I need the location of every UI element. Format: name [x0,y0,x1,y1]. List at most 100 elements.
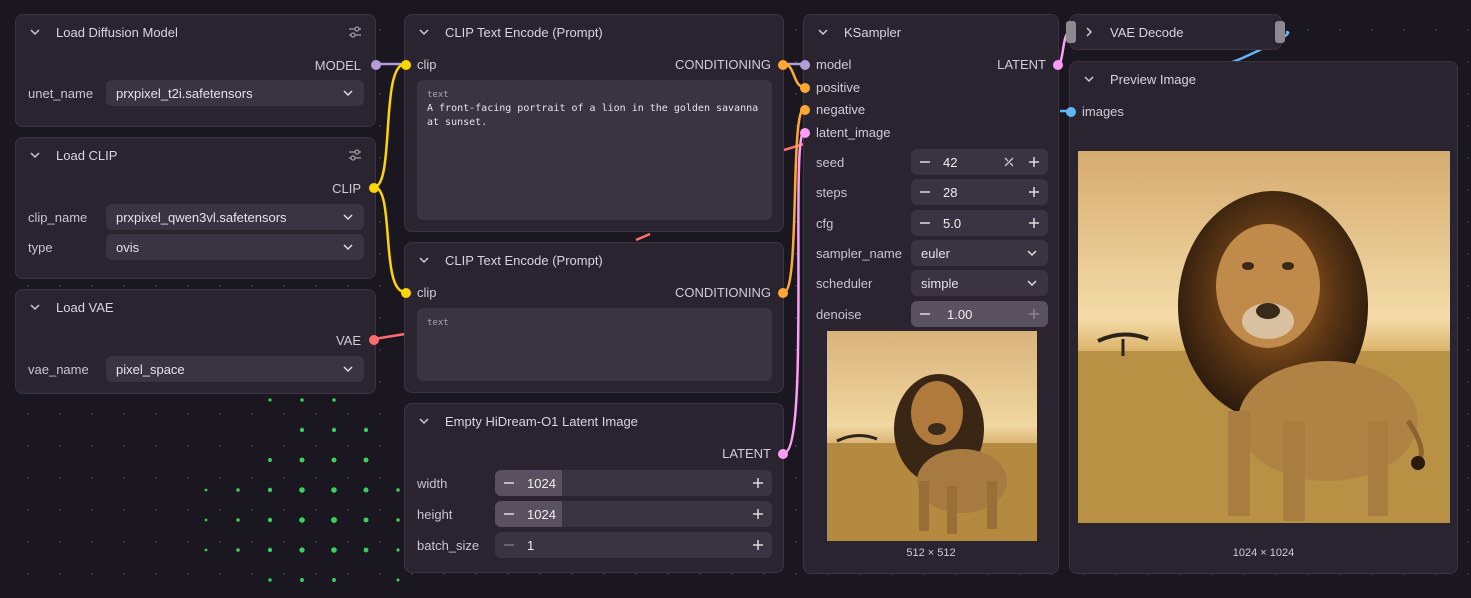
ksampler-node[interactable]: KSampler model LATENT positive negative … [800,14,1063,574]
vae-name-label: vae_name [28,362,89,377]
clip-name-label: clip_name [28,210,88,225]
steps-label: steps [816,185,848,200]
cfg-label: cfg [816,216,834,231]
input-handle[interactable] [1066,21,1076,43]
height-label: height [417,507,453,522]
conditioning-output-dot[interactable] [778,60,788,70]
unet-name-select[interactable]: prxpixel_t2i.safetensors [106,80,364,106]
model-input-label: model [816,57,852,72]
clip-input-dot[interactable] [401,288,411,298]
minus-icon[interactable] [495,508,523,520]
denoise-slider[interactable]: 1.00 [911,301,1048,327]
sampler-name-select[interactable]: euler [911,240,1048,266]
minus-icon[interactable] [911,308,939,320]
chevron-down-icon[interactable] [28,25,42,39]
model-output-dot[interactable] [371,60,381,70]
empty-latent-image-node[interactable]: Empty HiDream-O1 Latent Image LATENT wid… [404,403,788,573]
seed-label: seed [816,155,845,170]
wire-clip-neg [373,185,406,294]
latent-output-dot[interactable] [1053,60,1063,70]
minus-icon[interactable] [495,539,523,551]
seed-stepper[interactable]: 42 [911,149,1048,175]
settings-sliders-icon[interactable] [347,147,363,163]
batch-size-stepper[interactable]: 1 [495,532,772,558]
positive-input-label: positive [816,80,861,95]
model-input-dot[interactable] [800,60,810,70]
unet-name-label: unet_name [28,86,94,101]
minus-icon[interactable] [911,186,939,198]
clip-text-encode-positive-node[interactable]: CLIP Text Encode (Prompt) clip CONDITION… [401,14,788,232]
chevron-down-icon[interactable] [816,25,830,39]
plus-icon[interactable] [1020,308,1048,320]
preview-size-caption: 1024 × 1024 [1232,547,1295,559]
chevron-down-icon[interactable] [417,253,431,267]
chevron-down-icon [1027,250,1037,257]
load-vae-node[interactable]: Load VAE VAE vae_name pixel_space [15,289,379,394]
prompt-textarea[interactable]: text A front-facing portrait of a lion i… [417,80,772,220]
conditioning-output-dot[interactable] [778,288,788,298]
model-output-label: MODEL [314,57,361,73]
positive-input-dot[interactable] [800,83,810,93]
plus-icon[interactable] [744,477,772,489]
plus-icon[interactable] [1020,186,1048,198]
plus-icon[interactable] [1020,217,1048,229]
latent-output-dot[interactable] [778,449,788,459]
load-diffusion-model-node[interactable]: Load Diffusion Model MODEL unet_name prx… [15,14,381,127]
negative-input-dot[interactable] [800,105,810,115]
clip-output-label: CLIP [332,180,361,196]
clip-output-dot[interactable] [369,183,379,193]
clip-input-label: clip [417,285,437,300]
chevron-down-icon [1027,280,1037,287]
vae-name-select[interactable]: pixel_space [106,356,364,382]
clip-input-dot[interactable] [401,60,411,70]
chevron-down-icon[interactable] [417,414,431,428]
vae-output-dot[interactable] [369,335,379,345]
node-title: KSampler [844,24,902,40]
load-clip-node[interactable]: Load CLIP CLIP clip_name prxpixel_qwen3v… [15,137,379,279]
type-label: type [28,240,53,255]
type-select[interactable]: ovis [106,234,364,260]
clip-name-select[interactable]: prxpixel_qwen3vl.safetensors [106,204,364,230]
output-handle[interactable] [1275,21,1285,43]
node-title: CLIP Text Encode (Prompt) [445,24,603,40]
chevron-down-icon [343,90,353,97]
sampler-name-label: sampler_name [816,246,902,261]
plus-icon[interactable] [744,508,772,520]
vae-decode-node[interactable]: VAE Decode [1066,14,1285,50]
node-title: Load CLIP [56,147,118,163]
preview-output-image [1078,151,1450,523]
latent-output-label: LATENT [997,57,1046,72]
images-input-label: images [1082,104,1124,119]
clip-text-encode-negative-node[interactable]: CLIP Text Encode (Prompt) clip CONDITION… [401,242,788,393]
clip-input-label: clip [417,57,437,72]
randomize-seed-icon[interactable] [998,156,1020,168]
node-title: Preview Image [1110,71,1196,87]
conditioning-output-label: CONDITIONING [674,57,771,72]
minus-icon[interactable] [495,477,523,489]
green-dots [204,398,400,582]
prompt-textarea[interactable]: text [417,308,772,381]
chevron-right-icon[interactable] [1082,25,1096,39]
chevron-down-icon[interactable] [28,300,42,314]
plus-icon[interactable] [1020,156,1048,168]
images-input-dot[interactable] [1066,107,1076,117]
preview-image-node[interactable]: Preview Image images 1024 × 1024 [1066,61,1458,574]
cfg-stepper[interactable]: 5.0 [911,210,1048,236]
width-stepper[interactable]: 1024 [495,470,772,496]
plus-icon[interactable] [744,539,772,551]
node-title: Load VAE [56,299,114,315]
chevron-down-icon[interactable] [1082,72,1096,86]
steps-stepper[interactable]: 28 [911,179,1048,205]
latent-image-input-dot[interactable] [800,128,810,138]
chevron-down-icon[interactable] [417,25,431,39]
chevron-down-icon [343,366,353,373]
scheduler-select[interactable]: simple [911,270,1048,296]
node-title: VAE Decode [1110,24,1184,40]
minus-icon[interactable] [911,217,939,229]
minus-icon[interactable] [911,156,939,168]
height-stepper[interactable]: 1024 [495,501,772,527]
chevron-down-icon [343,214,353,221]
chevron-down-icon[interactable] [28,148,42,162]
width-label: width [417,476,448,491]
settings-sliders-icon[interactable] [347,24,363,40]
